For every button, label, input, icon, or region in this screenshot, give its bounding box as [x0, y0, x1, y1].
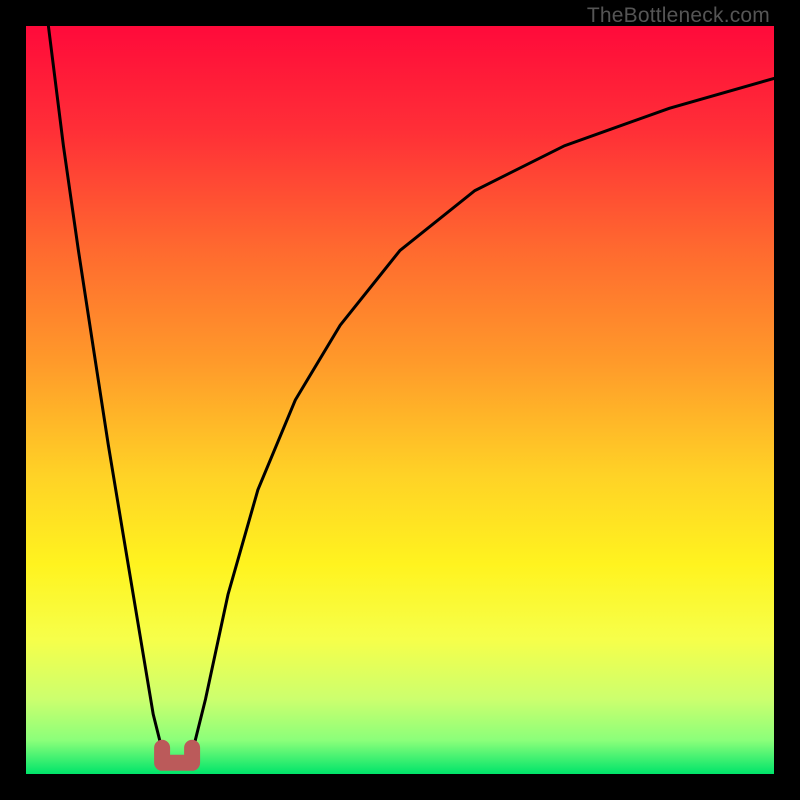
- curve-layer: [26, 26, 774, 774]
- watermark-text: TheBottleneck.com: [587, 4, 770, 28]
- valley-marker: [162, 748, 192, 763]
- curve-right-branch: [191, 78, 774, 759]
- curve-left-branch: [48, 26, 164, 759]
